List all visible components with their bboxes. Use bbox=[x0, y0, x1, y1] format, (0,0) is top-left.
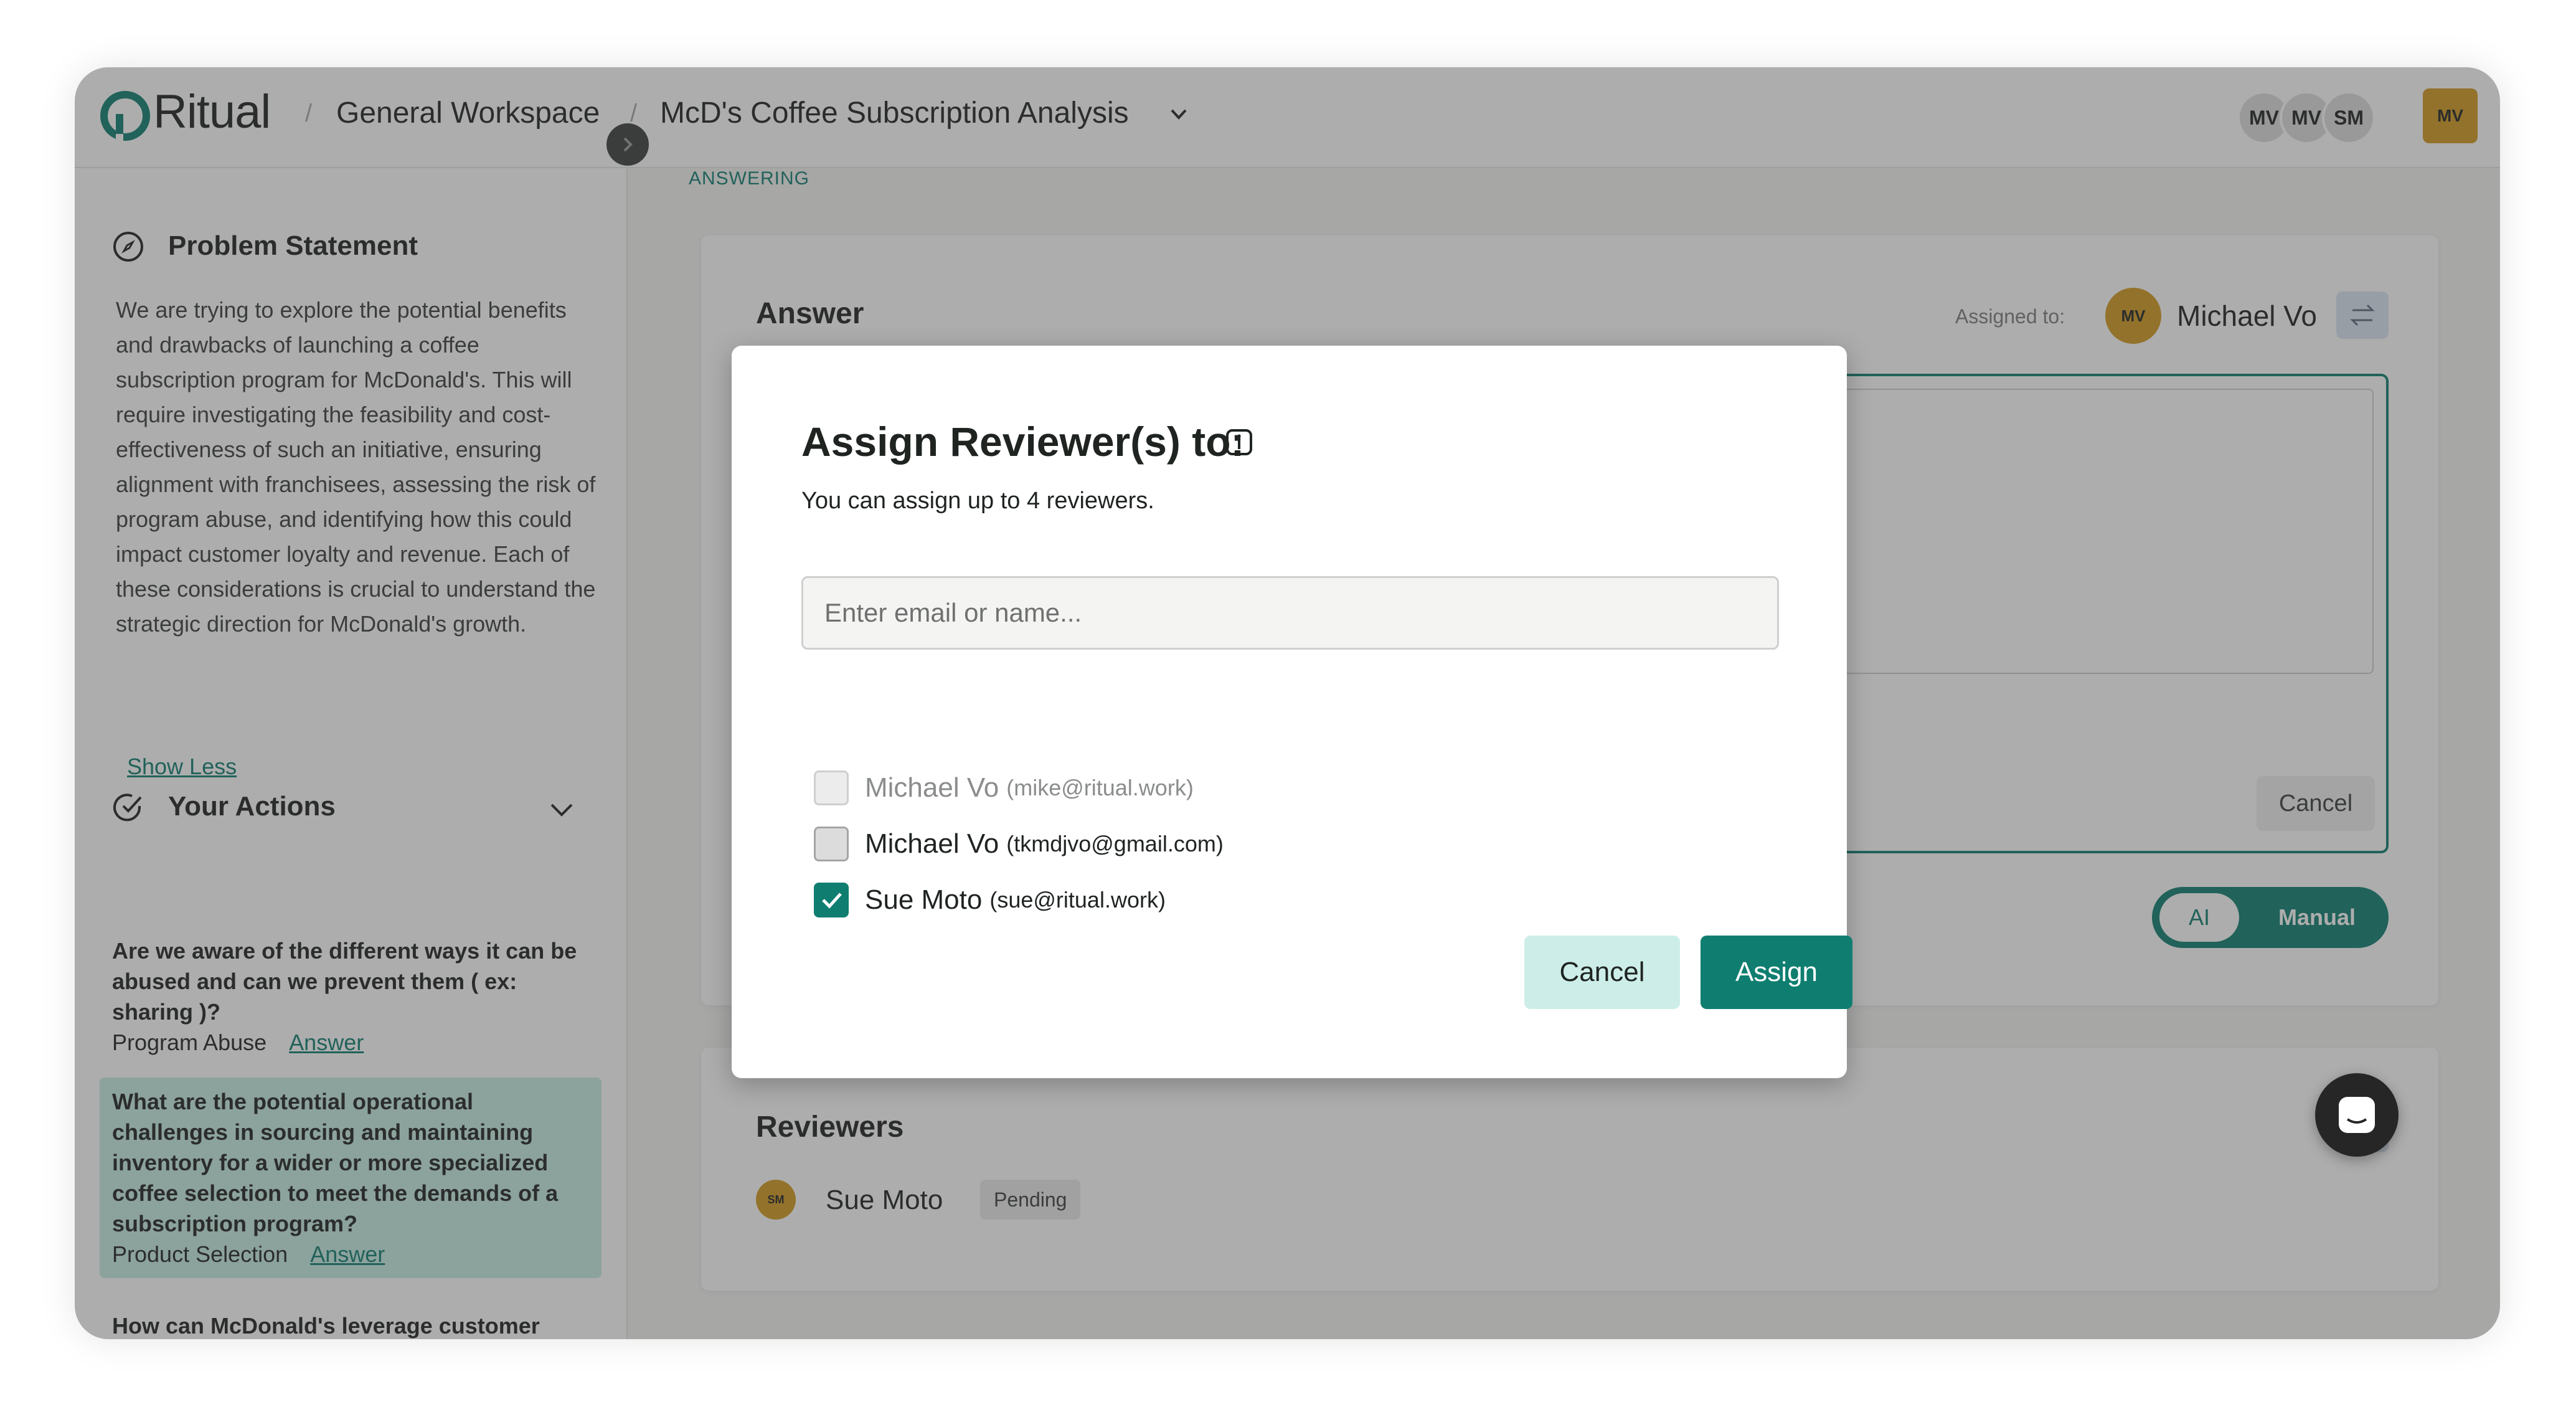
candidate-name: Michael Vo bbox=[865, 828, 999, 859]
app-window: Ritual / General Workspace / McD's Coffe… bbox=[75, 67, 2500, 1339]
candidate-email: (sue@ritual.work) bbox=[989, 887, 1166, 912]
candidate-email: (mike@ritual.work) bbox=[1006, 775, 1194, 800]
candidate-email: (tkmdjvo@gmail.com) bbox=[1006, 831, 1224, 856]
candidate-checkbox[interactable] bbox=[814, 883, 849, 917]
chat-icon bbox=[2339, 1097, 2375, 1133]
assign-reviewers-modal: Assign Reviewer(s) to: You can assign up… bbox=[732, 346, 1852, 1078]
candidate-row: Michael Vo (mike@ritual.work) bbox=[814, 769, 1194, 807]
candidate-checkbox bbox=[814, 770, 849, 805]
candidate-name: Michael Vo bbox=[865, 772, 999, 803]
candidate-checkbox[interactable] bbox=[814, 827, 849, 861]
cancel-button[interactable]: Cancel bbox=[1524, 936, 1680, 1009]
reviewer-search-input[interactable] bbox=[801, 576, 1779, 650]
candidate-name: Sue Moto bbox=[865, 884, 983, 915]
info-icon[interactable] bbox=[1225, 428, 1253, 457]
modal-title: Assign Reviewer(s) to: bbox=[801, 419, 1245, 465]
candidate-row[interactable]: Michael Vo (tkmdjvo@gmail.com) bbox=[814, 825, 1224, 863]
assign-button[interactable]: Assign bbox=[1701, 936, 1852, 1009]
modal-subtitle: You can assign up to 4 reviewers. bbox=[801, 488, 1154, 514]
check-icon bbox=[822, 893, 842, 909]
chat-launcher-button[interactable] bbox=[2315, 1073, 2399, 1157]
candidate-row[interactable]: Sue Moto (sue@ritual.work) bbox=[814, 881, 1166, 919]
